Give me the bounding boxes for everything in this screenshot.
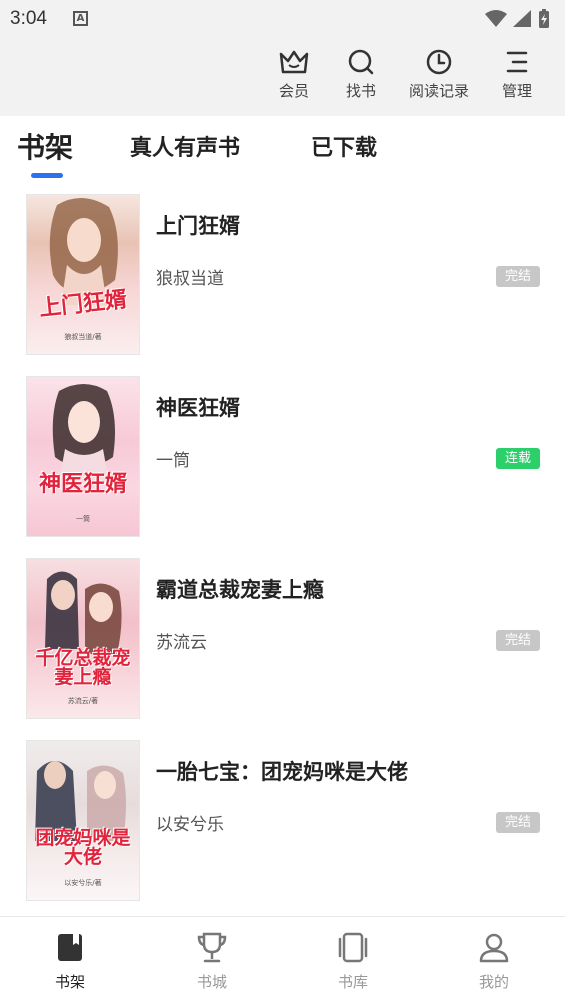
book-author: 狼叔当道: [156, 269, 224, 289]
tab-downloaded[interactable]: 已下载: [311, 130, 377, 162]
cover-author: 以安兮乐/著: [64, 879, 102, 887]
tab-bookshelf[interactable]: 书架: [17, 126, 73, 166]
book-author: 以安兮乐: [156, 815, 224, 835]
wifi-icon: [485, 10, 507, 27]
find-book-button[interactable]: 找书: [326, 48, 396, 101]
cover-illustration: [35, 761, 126, 841]
book-cover[interactable]: 神医狂婿 一筒: [26, 376, 140, 537]
status-badge: 完结: [496, 630, 540, 651]
search-icon: [348, 49, 374, 75]
book-title[interactable]: 上门狂婿: [156, 210, 240, 240]
cover-illustration: [45, 571, 122, 654]
book-item[interactable]: 神医狂婿 一筒 神医狂婿 一筒 连载: [0, 368, 565, 550]
vip-label: 会员: [278, 82, 309, 100]
book-library-icon: [338, 932, 368, 963]
book-item[interactable]: 千亿总裁宠妻上瘾 苏流云/著 霸道总裁宠妻上瘾 苏流云 完结: [0, 550, 565, 732]
user-icon: [479, 933, 509, 963]
manage-button[interactable]: 管理: [482, 48, 552, 101]
status-bar: 3:04 A: [0, 0, 565, 38]
nav-library[interactable]: 书库: [313, 931, 393, 992]
cover-author: 一筒: [76, 515, 90, 523]
menu-icon: [506, 51, 528, 73]
nav-bookshelf[interactable]: 书架: [30, 931, 110, 992]
status-badge: 完结: [496, 812, 540, 833]
book-item[interactable]: 上门狂婿 狼叔当道/著 上门狂婿 狼叔当道 完结: [0, 186, 565, 368]
bookshelf-icon: [58, 934, 82, 961]
status-badge: 连载: [496, 448, 540, 469]
tab-bar: 书架 真人有声书 已下载: [0, 116, 565, 186]
vip-button[interactable]: 会员: [259, 48, 329, 101]
book-cover[interactable]: 千亿总裁宠妻上瘾 苏流云/著: [26, 558, 140, 719]
book-title[interactable]: 神医狂婿: [156, 392, 240, 422]
find-book-label: 找书: [345, 82, 376, 100]
reading-history-label: 阅读记录: [408, 82, 469, 100]
cover-illustration: [52, 384, 115, 482]
crown-icon: [279, 50, 309, 74]
book-author: 一筒: [156, 451, 190, 471]
nav-bookshelf-label: 书架: [54, 973, 85, 991]
status-icons: [483, 8, 553, 34]
book-title[interactable]: 霸道总裁宠妻上瘾: [156, 574, 324, 604]
nav-bookstore-label: 书城: [196, 973, 227, 991]
nav-profile-label: 我的: [478, 973, 509, 991]
active-tab-indicator: [31, 173, 63, 178]
book-title[interactable]: 一胎七宝：团宠妈咪是大佬: [156, 756, 408, 786]
signal-icon: [513, 10, 531, 27]
cover-title: 千亿总裁宠妻上瘾: [35, 647, 131, 688]
cover-title: 团宠妈咪是大佬: [35, 827, 131, 868]
nav-bookstore[interactable]: 书城: [172, 931, 252, 992]
book-author: 苏流云: [156, 633, 207, 653]
status-badge: 完结: [496, 266, 540, 287]
top-toolbar: 会员 找书 阅读记录 管理: [0, 38, 565, 116]
status-time: 3:04: [10, 8, 47, 29]
manage-label: 管理: [501, 82, 532, 100]
cover-author: 狼叔当道/著: [64, 333, 102, 341]
cover-illustration: [49, 197, 118, 305]
reading-history-button[interactable]: 阅读记录: [404, 48, 474, 101]
tab-audiobooks[interactable]: 真人有声书: [130, 130, 240, 162]
book-item[interactable]: 团宠妈咪是大佬 以安兮乐/著 一胎七宝：团宠妈咪是大佬 以安兮乐 完结: [0, 732, 565, 914]
clock-icon: [426, 49, 452, 75]
nav-profile[interactable]: 我的: [454, 931, 534, 992]
cover-title: 神医狂婿: [38, 471, 127, 497]
notification-icon: A: [73, 11, 88, 26]
bottom-navigation: 书架 书城 书库 我的: [0, 916, 565, 1004]
nav-library-label: 书库: [337, 973, 368, 991]
battery-icon: [539, 9, 549, 28]
book-cover[interactable]: 上门狂婿 狼叔当道/著: [26, 194, 140, 355]
cover-author: 苏流云/著: [67, 697, 99, 705]
trophy-icon: [197, 932, 227, 963]
book-cover[interactable]: 团宠妈咪是大佬 以安兮乐/著: [26, 740, 140, 901]
